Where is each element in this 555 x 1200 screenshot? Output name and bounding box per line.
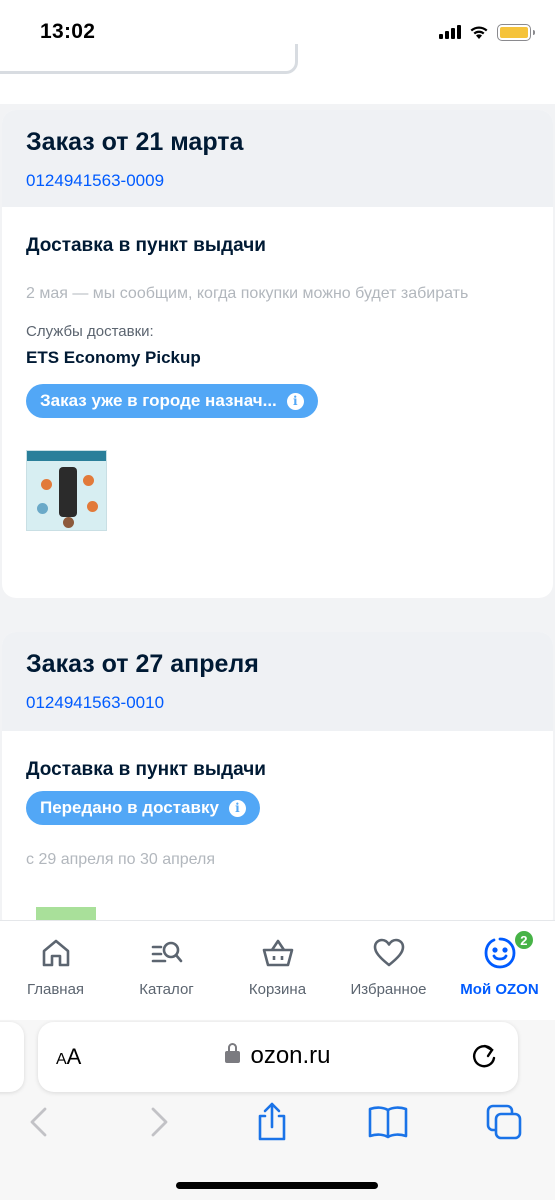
cellular-signal-icon [439,25,461,39]
order-title: Заказ от 27 апреля [26,650,259,678]
notification-badge: 2 [512,929,535,951]
tab-home[interactable]: Главная [0,921,111,1020]
basket-icon [262,939,293,967]
bottom-tab-bar: Главная Каталог Корзина Избранное 2 Мой … [0,920,555,1020]
delivery-service-name: ETS Economy Pickup [26,348,201,367]
tab-label: Каталог [139,981,194,998]
product-thumbnail[interactable] [26,450,107,531]
forward-icon[interactable] [138,1102,178,1142]
tab-my-ozon[interactable]: 2 Мой OZON [444,921,555,1020]
delivery-date-text: 2 мая — мы сообщим, когда покупки можно … [26,285,469,302]
order-card-header: Заказ от 27 апреля 0124941563-0010 [2,632,553,731]
previous-card-edge [0,44,298,74]
order-number-link[interactable]: 0124941563-0010 [26,693,529,713]
delivery-service-label: Службы доставки: [26,323,154,340]
home-icon [42,939,69,967]
tabs-icon[interactable] [484,1102,524,1142]
status-icons [439,22,535,42]
tab-label: Избранное [350,981,427,998]
home-indicator [176,1182,378,1189]
status-chip-label: Передано в доставку [40,798,219,817]
address-bar[interactable]: AA ozon.ru [38,1022,518,1092]
catalog-search-icon [151,941,182,963]
order-card[interactable]: Заказ от 27 апреля 0124941563-0010 Доста… [2,632,553,932]
back-icon[interactable] [20,1102,60,1142]
delivery-date-text: с 29 апреля по 30 апреля [26,851,216,868]
delivery-type-title: Доставка в пункт выдачи [26,759,266,780]
status-chip-label: Заказ уже в городе назнач... [40,391,277,410]
wifi-icon [470,26,488,39]
url-field[interactable]: ozon.ru [38,1042,518,1070]
order-card[interactable]: Заказ от 21 марта 0124941563-0009 Достав… [2,110,553,598]
url-text: ozon.ru [250,1042,331,1069]
bookmarks-icon[interactable] [368,1102,408,1142]
tab-cart[interactable]: Корзина [222,921,333,1020]
status-time: 13:02 [40,20,96,43]
page-top-area [0,44,555,104]
order-card-header: Заказ от 21 марта 0124941563-0009 [2,110,553,207]
order-title: Заказ от 21 марта [26,128,244,156]
browser-toolbar: AA ozon.ru [0,1020,555,1200]
order-status-chip[interactable]: Заказ уже в городе назнач... i [26,384,318,418]
reload-icon[interactable] [468,1040,500,1072]
order-number-link[interactable]: 0124941563-0009 [26,171,529,191]
lock-icon [225,1043,241,1063]
tab-label: Главная [26,981,85,998]
battery-icon [497,23,535,41]
tab-favorites[interactable]: Избранное [333,921,444,1020]
order-status-chip[interactable]: Передано в доставку i [26,791,260,825]
delivery-type-title: Доставка в пункт выдачи [26,235,266,256]
browser-nav-row [0,1102,555,1146]
info-icon[interactable]: i [286,392,304,410]
info-icon[interactable]: i [228,799,246,817]
tab-catalog[interactable]: Каталог [111,921,222,1020]
tab-label: Корзина [248,981,307,998]
tab-label: Мой OZON [460,981,539,998]
heart-icon [373,938,404,967]
share-icon[interactable] [252,1102,292,1142]
previous-tab-address-bar[interactable] [0,1022,24,1092]
